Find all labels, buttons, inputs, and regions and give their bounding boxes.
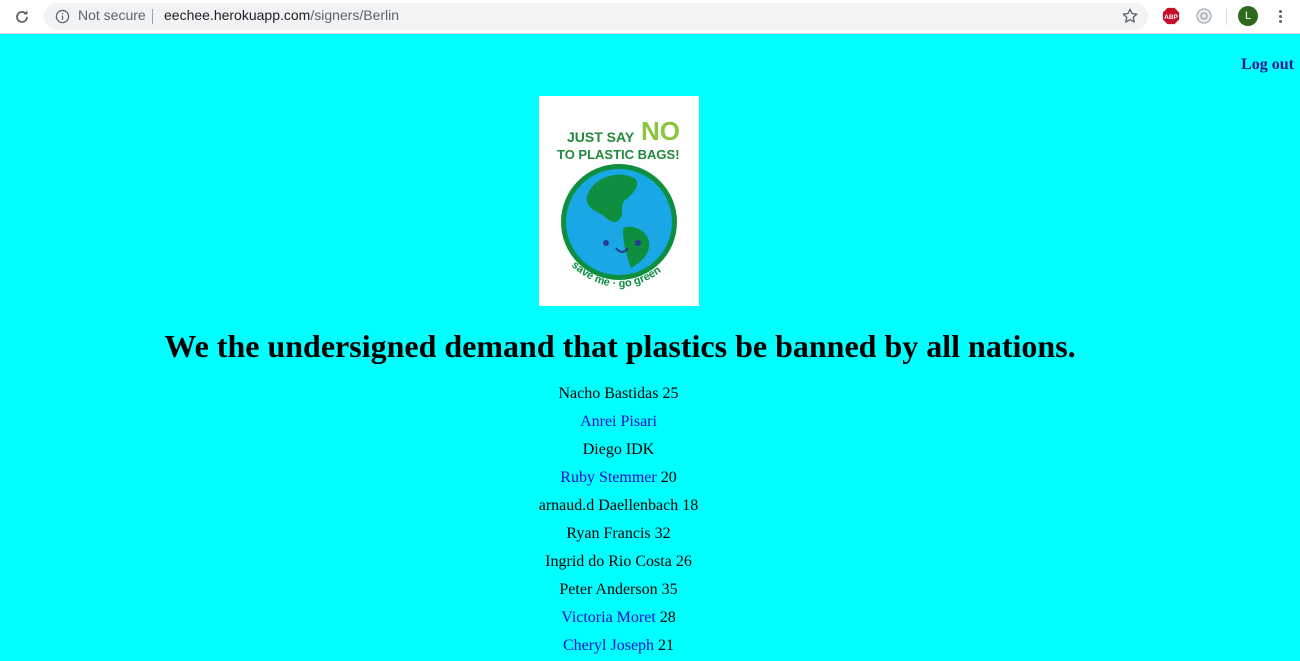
- signer-age: 21: [658, 637, 675, 654]
- signer-row: Nacho Bastidas 25: [0, 384, 1237, 412]
- petition-poster: JUST SAY NO TO PLASTIC BAGS! save me · g…: [539, 96, 699, 306]
- signer-row: Peter Anderson 35: [0, 580, 1237, 608]
- signer-age: 20: [660, 469, 677, 486]
- signer-age: 18: [682, 497, 699, 514]
- poster-graphic: JUST SAY NO TO PLASTIC BAGS! save me · g…: [557, 116, 680, 290]
- signer-age: 35: [661, 581, 678, 598]
- poster-line1-a: JUST SAY: [567, 129, 635, 145]
- toolbar-divider: [1226, 9, 1227, 25]
- signer-name: Ingrid do Rio Costa: [545, 553, 672, 570]
- browser-toolbar: Not secure eechee.herokuapp.com/signers/…: [0, 0, 1300, 34]
- signer-name: Ryan Francis: [566, 525, 651, 542]
- address-bar[interactable]: Not secure eechee.herokuapp.com/signers/…: [44, 3, 1148, 30]
- signer-name-link[interactable]: Anrei Pisari: [580, 413, 657, 430]
- signer-row: Ryan Francis 32: [0, 524, 1237, 552]
- adblock-extension-icon[interactable]: ABP: [1162, 7, 1180, 25]
- signer-row: Diego IDK: [0, 440, 1237, 468]
- bookmark-star-icon[interactable]: [1121, 7, 1139, 25]
- logout-link[interactable]: Log out: [1241, 56, 1294, 74]
- omnibox-divider: [152, 9, 153, 24]
- info-icon[interactable]: [55, 9, 70, 24]
- petition-headline: We the undersigned demand that plastics …: [164, 328, 1076, 364]
- signer-row: Ruby Stemmer 20: [0, 468, 1237, 496]
- signer-name-link[interactable]: Ruby Stemmer: [560, 469, 656, 486]
- poster-line1-b: NO: [641, 116, 680, 146]
- abp-label: ABP: [1164, 14, 1178, 21]
- browser-menu-icon[interactable]: [1270, 6, 1290, 26]
- signer-age: 25: [662, 385, 679, 402]
- signer-row: Anrei Pisari: [0, 412, 1237, 440]
- extension-icon[interactable]: [1194, 6, 1214, 26]
- signer-name: Diego IDK: [582, 441, 655, 458]
- signer-name: Peter Anderson: [559, 581, 658, 598]
- url-host: eechee.herokuapp.com: [164, 7, 311, 23]
- url-path: /signers/Berlin: [310, 7, 400, 23]
- reload-icon[interactable]: [10, 5, 34, 29]
- signer-row: Ingrid do Rio Costa 26: [0, 552, 1237, 580]
- signer-name: Nacho Bastidas: [558, 385, 659, 402]
- signer-row: Victoria Moret 28: [0, 608, 1237, 636]
- signer-age: 32: [654, 525, 671, 542]
- signer-age: 26: [675, 553, 692, 570]
- signer-age: 28: [659, 609, 676, 626]
- signer-row: arnaud.d Daellenbach 18: [0, 496, 1237, 524]
- signers-list: Nacho Bastidas 25 Anrei Pisari Diego IDK Ru…: [0, 384, 1237, 661]
- security-status[interactable]: Not secure: [78, 7, 146, 23]
- signer-row: Cheryl Joseph 21: [0, 636, 1237, 661]
- poster-line2: TO PLASTIC BAGS!: [557, 147, 680, 162]
- signer-name: arnaud.d Daellenbach: [538, 497, 679, 514]
- url-text[interactable]: eechee.herokuapp.com/signers/Berlin: [164, 7, 399, 23]
- signer-name-link[interactable]: Victoria Moret: [561, 609, 656, 626]
- signer-name-link[interactable]: Cheryl Joseph: [563, 637, 654, 654]
- profile-avatar[interactable]: L: [1238, 6, 1258, 26]
